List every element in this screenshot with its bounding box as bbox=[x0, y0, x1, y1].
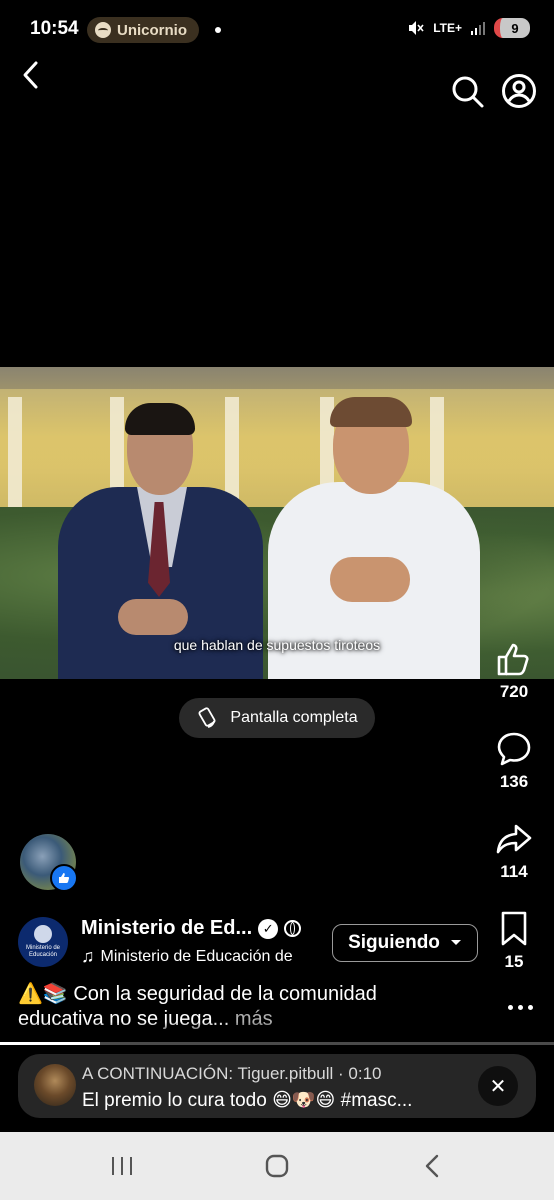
video-woman-hands bbox=[330, 557, 410, 602]
following-button[interactable]: Siguiendo bbox=[332, 924, 478, 962]
comment-button[interactable]: 136 bbox=[484, 730, 544, 792]
audio-attribution[interactable]: ♫ Ministerio de Educación de bbox=[81, 946, 311, 967]
chevron-left-icon bbox=[425, 1154, 439, 1178]
globe-icon bbox=[284, 920, 302, 937]
video-man-hands bbox=[118, 599, 188, 635]
video-progress-fill bbox=[0, 1042, 100, 1045]
profile-icon bbox=[502, 74, 536, 108]
description-fade bbox=[0, 1022, 554, 1036]
chevron-down-icon bbox=[450, 940, 461, 945]
video-background-building bbox=[0, 389, 554, 509]
reactor-avatar[interactable] bbox=[20, 834, 78, 892]
following-label: Siguiendo bbox=[348, 932, 440, 953]
system-back-button[interactable] bbox=[392, 1132, 472, 1200]
signal-icon bbox=[471, 22, 485, 35]
verified-icon: ✓ bbox=[258, 918, 279, 939]
rotate-screen-icon bbox=[198, 707, 216, 728]
back-button[interactable] bbox=[14, 58, 46, 92]
share-button[interactable]: 114 bbox=[484, 820, 544, 882]
more-options-button[interactable] bbox=[504, 1000, 536, 1014]
spotify-label: Unicornio bbox=[117, 21, 187, 39]
fullscreen-label: Pantalla completa bbox=[230, 709, 358, 726]
home-button[interactable] bbox=[237, 1132, 317, 1200]
dot-icon bbox=[517, 1004, 523, 1010]
spotify-now-playing[interactable]: Unicornio bbox=[87, 17, 199, 43]
spotify-icon bbox=[95, 22, 111, 38]
recent-apps-button[interactable] bbox=[82, 1132, 162, 1200]
close-icon[interactable]: ✕ bbox=[478, 1066, 518, 1106]
like-button[interactable]: 720 bbox=[484, 640, 544, 702]
mute-icon bbox=[409, 21, 424, 35]
page-avatar[interactable]: Ministerio de Educación bbox=[18, 917, 68, 967]
network-label: LTE+ bbox=[433, 21, 462, 35]
video-woman-hair bbox=[330, 397, 412, 427]
notification-dot bbox=[215, 27, 221, 33]
recent-apps-icon bbox=[112, 1157, 132, 1175]
comment-count: 136 bbox=[499, 772, 529, 791]
save-button[interactable]: 15 bbox=[484, 910, 544, 972]
up-next-title: A CONTINUACIÓN: Tiguer.pitbull · 0:10 bbox=[82, 1064, 382, 1083]
search-icon bbox=[452, 76, 484, 108]
page-name: Ministerio de Ed... bbox=[81, 917, 253, 939]
ministry-emblem-icon bbox=[34, 925, 52, 943]
video-player[interactable]: que hablan de supuestos tiroteos bbox=[0, 367, 554, 679]
thumbs-up-icon bbox=[497, 643, 529, 676]
like-count: 720 bbox=[499, 682, 529, 701]
video-caption: que hablan de supuestos tiroteos bbox=[173, 637, 381, 653]
dot-icon bbox=[527, 1004, 533, 1010]
home-icon bbox=[265, 1154, 289, 1178]
like-badge-icon bbox=[50, 864, 78, 892]
up-next-card[interactable]: A CONTINUACIÓN: Tiguer.pitbull · 0:10 El… bbox=[18, 1054, 536, 1118]
music-note-icon: ♫ bbox=[81, 946, 95, 966]
bookmark-icon bbox=[501, 911, 527, 946]
search-button[interactable] bbox=[448, 72, 488, 112]
page-name-row[interactable]: Ministerio de Ed... ✓ bbox=[81, 917, 302, 940]
video-column bbox=[8, 397, 22, 507]
profile-button[interactable] bbox=[499, 71, 539, 111]
page-avatar-text: Ministerio de Educación bbox=[25, 945, 60, 958]
up-next-description: El premio lo cura todo 😄🐶😄 #masc... bbox=[82, 1090, 413, 1111]
up-next-thumbnail bbox=[34, 1064, 76, 1106]
fullscreen-button[interactable]: Pantalla completa bbox=[179, 698, 375, 738]
back-arrow-icon bbox=[23, 61, 38, 89]
dot-icon bbox=[507, 1004, 513, 1010]
audio-label: Ministerio de Educación de bbox=[100, 947, 293, 965]
share-arrow-icon bbox=[496, 824, 532, 854]
comment-icon bbox=[497, 732, 531, 766]
video-man-hair bbox=[125, 403, 195, 435]
save-count: 15 bbox=[504, 952, 524, 971]
video-column bbox=[225, 397, 239, 507]
status-time: 10:54 bbox=[30, 18, 79, 39]
share-count: 114 bbox=[500, 862, 528, 881]
status-icons: LTE+ 9 bbox=[407, 18, 530, 38]
battery-indicator: 9 bbox=[494, 18, 530, 38]
